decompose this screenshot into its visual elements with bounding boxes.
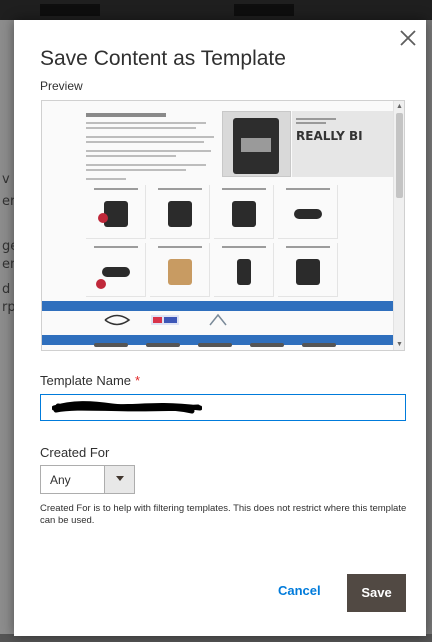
scrollbar-thumb[interactable] (396, 113, 403, 198)
template-name-label-text: Template Name (40, 373, 132, 388)
template-name-label: Template Name * (40, 373, 140, 388)
close-icon (400, 30, 416, 46)
preview-hero-image (222, 111, 291, 177)
scroll-down-icon[interactable]: ▼ (395, 340, 404, 349)
template-preview[interactable]: REALLY BI ▲ ▼ (41, 100, 405, 351)
top-bar-block (234, 4, 294, 16)
modal-title: Save Content as Template (40, 47, 286, 70)
preview-hero-text: REALLY BI (296, 129, 363, 143)
backdrop-page: v er ge en d rp (0, 20, 18, 642)
save-template-modal: Save Content as Template Preview REALLY … (14, 20, 426, 636)
preview-blue-band (42, 301, 394, 311)
created-for-label: Created For (40, 445, 110, 460)
preview-bottom-items (86, 343, 386, 349)
created-for-value: Any (50, 473, 71, 487)
created-for-note: Created For is to help with filtering te… (40, 503, 407, 526)
scroll-up-icon[interactable]: ▲ (395, 102, 404, 111)
page-top-bar (0, 0, 432, 20)
preview-content: REALLY BI (42, 101, 394, 350)
backdrop-text: d (2, 282, 11, 297)
close-button[interactable] (396, 26, 420, 50)
required-marker: * (135, 373, 141, 388)
preview-label: Preview (40, 79, 83, 93)
backdrop-text: v (2, 172, 10, 187)
template-name-input[interactable] (40, 394, 406, 421)
cancel-button[interactable]: Cancel (278, 583, 321, 598)
backdrop-edge (426, 20, 432, 642)
top-bar-block (40, 4, 100, 16)
save-button[interactable]: Save (347, 574, 406, 612)
preview-logos (86, 313, 386, 331)
preview-hero-banner: REALLY BI (292, 111, 394, 177)
preview-scrollbar[interactable]: ▲ ▼ (393, 101, 404, 350)
created-for-select[interactable]: Any (40, 465, 135, 494)
chevron-down-icon[interactable] (104, 466, 134, 493)
preview-text-block (86, 113, 218, 183)
